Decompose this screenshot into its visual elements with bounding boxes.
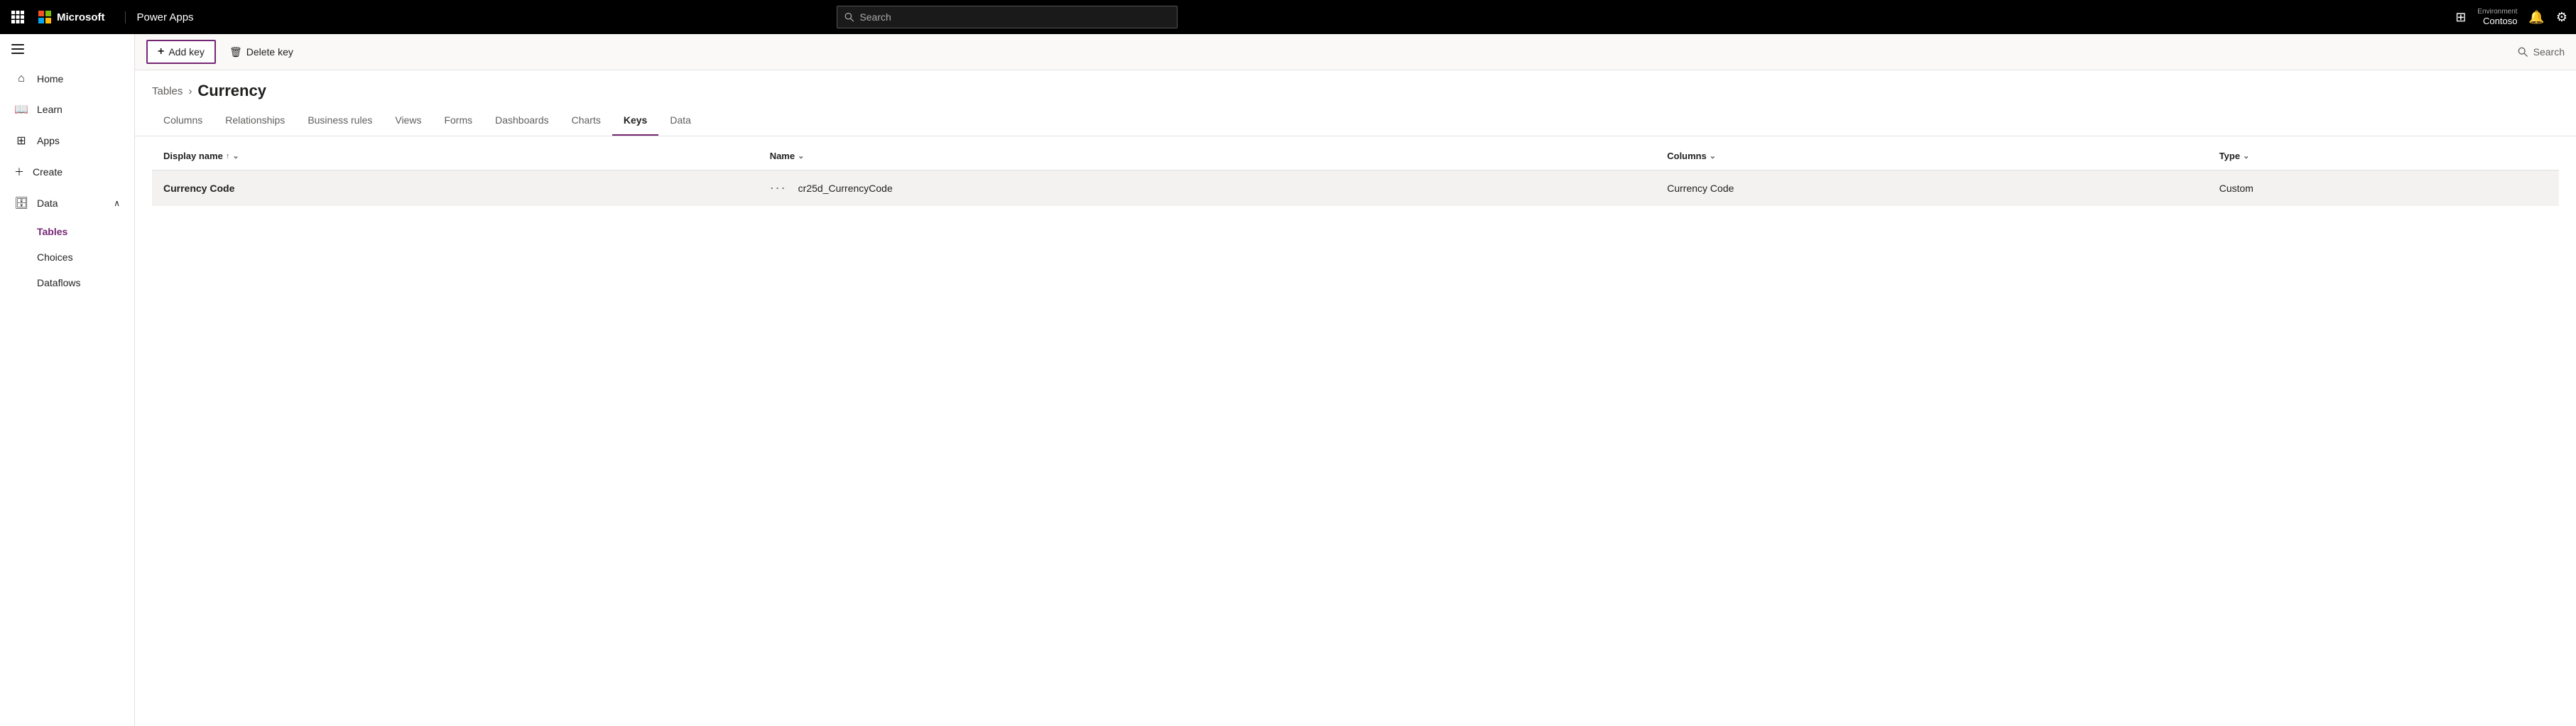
sidebar-sub-item-choices[interactable]: Choices	[37, 244, 134, 270]
tab-keys-label: Keys	[624, 114, 647, 126]
col-name[interactable]: Name ⌄	[759, 142, 1656, 170]
environment-label: Environment	[2477, 8, 2517, 16]
chevron-up-icon: ∧	[114, 198, 120, 208]
content-area: + Add key 🗑 Delete key Search Tables › C…	[135, 34, 2576, 726]
col-display-name[interactable]: Display name ↑ ⌄	[152, 142, 759, 170]
cell-name-value: cr25d_CurrencyCode	[798, 183, 893, 194]
tab-views[interactable]: Views	[384, 106, 433, 136]
main-layout: ⌂ Home 📖 Learn ⊞ Apps ＋ Create 🗄 Data ∧ …	[0, 34, 2576, 726]
sidebar-item-home-label: Home	[37, 73, 63, 85]
table-row[interactable]: Currency Code ··· cr25d_CurrencyCode Cur…	[152, 170, 2559, 206]
sidebar-item-learn-label: Learn	[37, 104, 63, 115]
tab-columns[interactable]: Columns	[152, 106, 214, 136]
tabs-row: Columns Relationships Business rules Vie…	[135, 106, 2576, 136]
filter-icon: ⌄	[232, 151, 239, 161]
cell-columns-value: Currency Code	[1656, 170, 2207, 206]
more-actions-button[interactable]: ···	[770, 180, 787, 195]
sidebar-item-data[interactable]: 🗄 Data ∧	[0, 188, 134, 219]
toolbar: + Add key 🗑 Delete key Search	[135, 34, 2576, 70]
environment-info[interactable]: Environment Contoso	[2477, 8, 2517, 26]
toolbar-search-label: Search	[2533, 46, 2565, 58]
breadcrumb-current: Currency	[197, 82, 266, 100]
toolbar-search[interactable]: Search	[2518, 46, 2565, 58]
tab-business-rules[interactable]: Business rules	[296, 106, 384, 136]
tab-charts-label: Charts	[572, 114, 601, 126]
tab-charts[interactable]: Charts	[560, 106, 612, 136]
top-navigation: Microsoft Power Apps ⊞ Environment Conto…	[0, 0, 2576, 34]
sidebar-item-home[interactable]: ⌂ Home	[0, 64, 134, 94]
tab-data-label: Data	[670, 114, 691, 126]
global-search-input[interactable]	[859, 11, 1170, 23]
search-icon	[2518, 47, 2528, 57]
breadcrumb-separator: ›	[188, 85, 192, 97]
table-area: Display name ↑ ⌄ Name ⌄	[135, 136, 2576, 726]
sidebar-collapse-button[interactable]	[0, 34, 134, 64]
global-search-bar[interactable]	[837, 6, 1178, 28]
tab-business-rules-label: Business rules	[308, 114, 372, 126]
cell-type-value: Custom	[2208, 170, 2559, 206]
breadcrumb: Tables › Currency	[135, 70, 2576, 100]
breadcrumb-parent[interactable]: Tables	[152, 85, 183, 97]
environment-icon[interactable]: ⊞	[2455, 10, 2466, 25]
sidebar-item-data-label: Data	[37, 197, 58, 209]
col-name-label: Name	[770, 151, 795, 161]
sidebar-item-create[interactable]: ＋ Create	[0, 156, 134, 188]
environment-name: Contoso	[2483, 16, 2517, 26]
tab-views-label: Views	[395, 114, 421, 126]
create-icon: ＋	[14, 165, 24, 179]
tab-keys[interactable]: Keys	[612, 106, 658, 136]
sidebar: ⌂ Home 📖 Learn ⊞ Apps ＋ Create 🗄 Data ∧ …	[0, 34, 135, 726]
tab-relationships-label: Relationships	[225, 114, 285, 126]
table-header-row: Display name ↑ ⌄ Name ⌄	[152, 142, 2559, 170]
columns-sort-icon: ⌄	[1710, 151, 1716, 161]
apps-icon: ⊞	[14, 134, 28, 148]
sidebar-item-create-label: Create	[33, 166, 63, 178]
type-sort-icon: ⌄	[2243, 151, 2249, 161]
col-columns-label: Columns	[1667, 151, 1707, 161]
cell-display-name: Currency Code	[152, 170, 759, 206]
data-icon: 🗄	[14, 196, 28, 210]
tab-relationships[interactable]: Relationships	[214, 106, 296, 136]
tab-dashboards-label: Dashboards	[495, 114, 549, 126]
sidebar-sub-choices-label: Choices	[37, 251, 73, 263]
tab-forms[interactable]: Forms	[433, 106, 484, 136]
data-sub-items: Tables Choices Dataflows	[0, 219, 134, 296]
top-nav-right: ⊞ Environment Contoso 🔔 ⚙	[2455, 8, 2567, 26]
tab-dashboards[interactable]: Dashboards	[484, 106, 560, 136]
keys-table: Display name ↑ ⌄ Name ⌄	[152, 142, 2559, 206]
tab-columns-label: Columns	[163, 114, 202, 126]
name-sort-icon: ⌄	[798, 151, 804, 161]
col-type[interactable]: Type ⌄	[2208, 142, 2559, 170]
settings-icon[interactable]: ⚙	[2556, 10, 2567, 25]
home-icon: ⌂	[14, 72, 28, 85]
microsoft-wordmark: Microsoft	[57, 11, 105, 23]
sidebar-item-apps-label: Apps	[37, 135, 60, 146]
delete-key-label: Delete key	[246, 46, 293, 58]
microsoft-logo: Microsoft	[38, 11, 105, 23]
sidebar-item-learn[interactable]: 📖 Learn	[0, 94, 134, 125]
sidebar-item-apps[interactable]: ⊞ Apps	[0, 125, 134, 156]
sort-asc-icon: ↑	[226, 152, 230, 161]
sidebar-sub-item-tables[interactable]: Tables	[37, 219, 134, 244]
cell-more-actions: ··· cr25d_CurrencyCode	[759, 170, 1656, 205]
tab-data[interactable]: Data	[658, 106, 702, 136]
tab-forms-label: Forms	[444, 114, 472, 126]
sidebar-sub-item-dataflows[interactable]: Dataflows	[37, 270, 134, 296]
col-columns[interactable]: Columns ⌄	[1656, 142, 2207, 170]
notifications-icon[interactable]: 🔔	[2528, 10, 2544, 25]
trash-icon: 🗑	[229, 46, 242, 58]
col-display-name-label: Display name	[163, 151, 223, 161]
app-name: Power Apps	[125, 11, 194, 23]
waffle-icon[interactable]	[9, 8, 27, 26]
sidebar-sub-dataflows-label: Dataflows	[37, 277, 80, 288]
delete-key-button[interactable]: 🗑 Delete key	[219, 41, 304, 63]
plus-icon: +	[158, 45, 164, 58]
add-key-button[interactable]: + Add key	[146, 40, 216, 64]
search-icon	[844, 12, 854, 22]
sidebar-sub-tables-label: Tables	[37, 226, 67, 237]
col-type-label: Type	[2219, 151, 2240, 161]
learn-icon: 📖	[14, 102, 28, 117]
add-key-label: Add key	[168, 46, 205, 58]
